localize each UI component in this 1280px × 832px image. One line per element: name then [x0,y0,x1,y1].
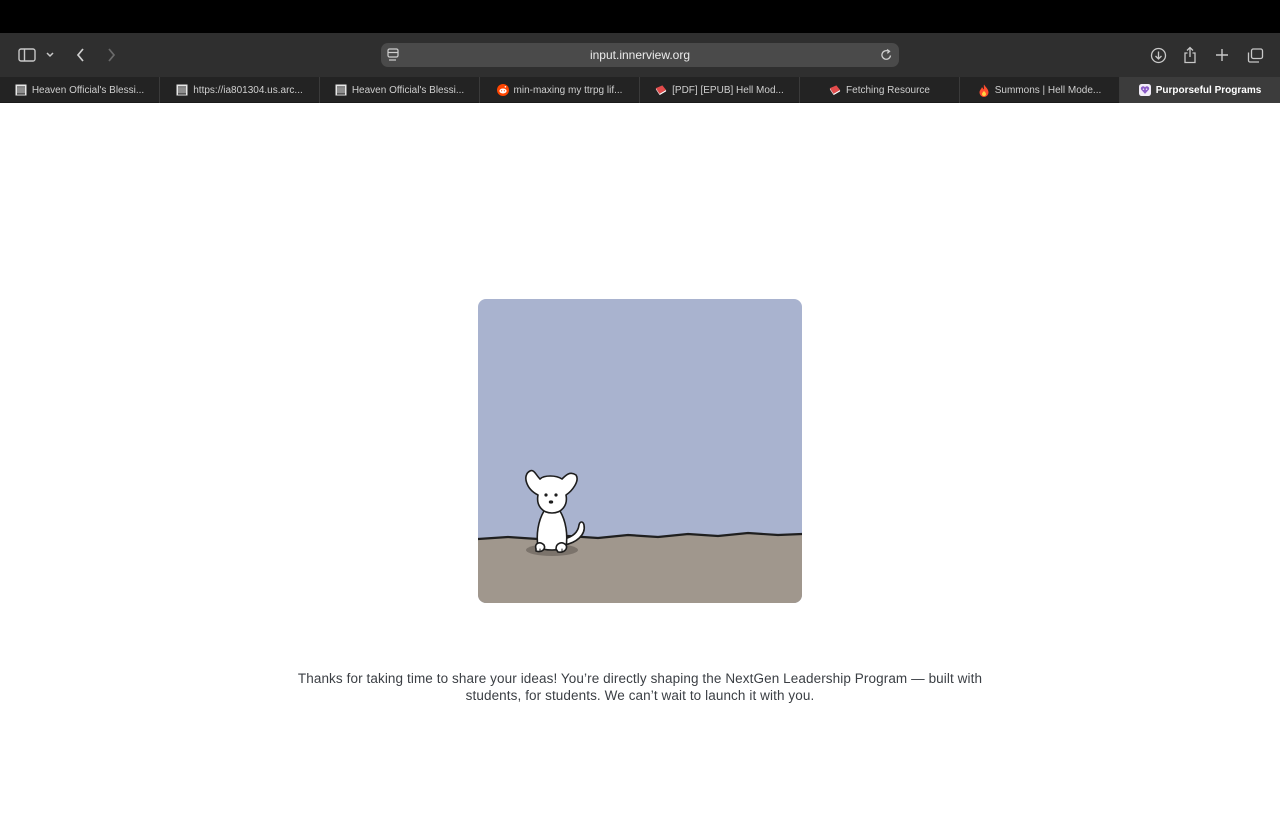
reload-icon[interactable] [880,48,893,67]
tab-2[interactable]: Heaven Official's Blessi... [320,77,480,103]
tab-0[interactable]: Heaven Official's Blessi... [0,77,160,103]
back-icon[interactable] [72,33,88,77]
book-icon [655,84,667,96]
url-text: input.innerview.org [589,48,691,62]
thank-you-message: Thanks for taking time to share your ide… [297,671,983,703]
tab-1[interactable]: https://ia801304.us.arc... [160,77,320,103]
reddit-icon [496,84,509,96]
tab-bar: Heaven Official's Blessi... https://ia80… [0,77,1280,103]
menu-bar [0,0,1280,33]
heart-logo-icon [1138,84,1151,96]
new-tab-icon[interactable] [1214,33,1230,77]
flame-icon [978,84,990,97]
tab-6[interactable]: Summons | Hell Mode... [960,77,1120,103]
dog-illustration [478,299,802,603]
tab-7-active[interactable]: Purporseful Programs [1120,77,1280,103]
tab-5[interactable]: Fetching Resource [800,77,960,103]
tab-4[interactable]: [PDF] [EPUB] Hell Mod... [640,77,800,103]
ground [478,533,802,603]
archive-icon [15,84,27,96]
browser-toolbar: input.innerview.org [0,33,1280,77]
sidebar-toggle-icon[interactable] [16,33,38,77]
address-bar[interactable]: input.innerview.org [381,43,899,67]
page-content: Thanks for taking time to share your ide… [0,103,1280,832]
tab-overview-icon[interactable] [1246,33,1264,77]
share-icon[interactable] [1182,33,1198,77]
archive-icon [176,84,188,96]
tab-3[interactable]: min-maxing my ttrpg lif... [480,77,640,103]
archive-icon [335,84,347,96]
download-icon[interactable] [1149,33,1167,77]
chevron-down-icon[interactable] [44,33,56,77]
book-icon [829,84,841,96]
forward-icon[interactable] [103,33,119,77]
